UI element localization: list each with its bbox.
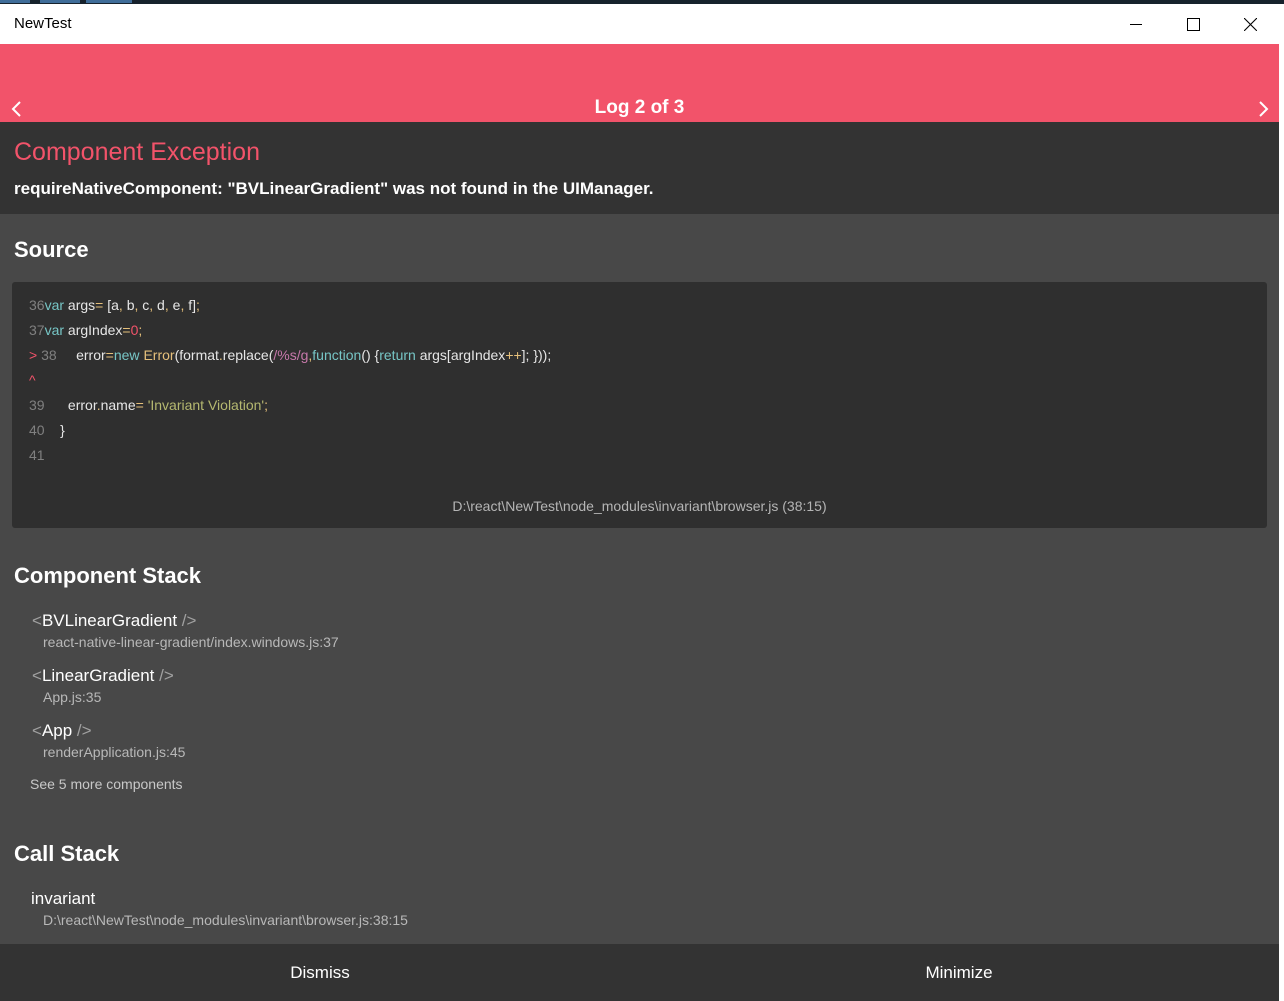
chevron-right-icon	[1259, 101, 1269, 117]
exception-message: requireNativeComponent: "BVLinearGradien…	[14, 179, 654, 198]
window-edge	[1279, 4, 1284, 1001]
code-caret: ^	[29, 372, 36, 388]
next-log-button[interactable]	[1250, 96, 1278, 122]
minimize-button[interactable]: Minimize	[639, 944, 1279, 1001]
call-stack-function: invariant	[31, 889, 96, 908]
code-line: 39 error.name= 'Invariant Violation';	[29, 397, 268, 413]
component-name: <LinearGradient />	[32, 666, 174, 685]
component-location: App.js:35	[43, 689, 102, 705]
source-file-path: D:\react\NewTest\node_modules\invariant\…	[452, 498, 827, 514]
code-line: 40 }	[29, 422, 65, 438]
minimize-window-button[interactable]	[1108, 4, 1164, 44]
component-stack-item[interactable]: <BVLinearGradient /> react-native-linear…	[32, 611, 339, 650]
window-titlebar: NewTest	[0, 4, 1279, 44]
minimize-icon	[1130, 24, 1142, 25]
call-stack-heading: Call Stack	[14, 841, 120, 866]
code-line-highlighted: > 38 error=new Error(format.replace(/%s/…	[29, 347, 552, 363]
maximize-icon	[1186, 17, 1200, 31]
close-window-button[interactable]	[1222, 4, 1278, 44]
log-counter: Log 2 of 3	[594, 97, 685, 118]
component-stack-item[interactable]: <LinearGradient /> App.js:35	[32, 666, 174, 705]
code-line: 36var args= [a, b, c, d, e, f];	[29, 297, 200, 313]
call-stack-item[interactable]: invariant D:\react\NewTest\node_modules\…	[31, 889, 408, 928]
component-name: <App />	[32, 721, 92, 740]
window-title: NewTest	[14, 15, 72, 32]
code-line: 41	[29, 447, 45, 463]
taskbar-segment	[0, 0, 30, 3]
taskbar-segment	[40, 0, 80, 3]
source-code-frame[interactable]: 36var args= [a, b, c, d, e, f]; 37var ar…	[12, 282, 1267, 528]
maximize-window-button[interactable]	[1165, 4, 1221, 44]
see-more-components-link[interactable]: See 5 more components	[30, 776, 183, 792]
dismiss-button[interactable]: Dismiss	[0, 944, 640, 1001]
component-location: renderApplication.js:45	[43, 744, 186, 760]
close-icon	[1243, 17, 1257, 31]
taskbar-segment	[86, 0, 132, 3]
component-location: react-native-linear-gradient/index.windo…	[43, 634, 339, 650]
log-header: Log 2 of 3	[0, 44, 1279, 122]
code-line: 37var argIndex=0;	[29, 322, 143, 338]
component-stack-heading: Component Stack	[14, 563, 202, 588]
footer-bar: Dismiss Minimize	[0, 944, 1279, 1001]
source-heading: Source	[14, 237, 89, 262]
call-stack-location: D:\react\NewTest\node_modules\invariant\…	[43, 912, 408, 928]
exception-panel: Component Exception requireNativeCompone…	[0, 122, 1279, 214]
component-name: <BVLinearGradient />	[32, 611, 197, 630]
component-stack-item[interactable]: <App /> renderApplication.js:45	[32, 721, 185, 760]
exception-title: Component Exception	[14, 138, 260, 166]
